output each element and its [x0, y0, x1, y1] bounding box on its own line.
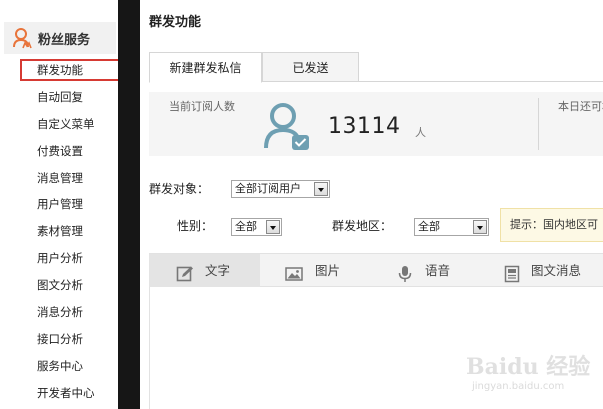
editor-tab-article-label: 图文消息: [531, 263, 582, 278]
user-avatar-icon: [263, 100, 313, 152]
microphone-icon: [396, 262, 414, 282]
tab-sent[interactable]: 已发送: [262, 52, 359, 82]
chevron-down-icon: [314, 182, 328, 196]
sidebar-item-developer-center[interactable]: 开发者中心: [20, 382, 114, 404]
sidebar-item-auto-reply[interactable]: 自动回复: [20, 86, 114, 108]
sidebar: 粉丝服务 群发功能 自动回复 自定义菜单 付费设置 消息管理 用户管理 素材管理…: [0, 0, 121, 409]
sidebar-item-user-analysis[interactable]: 用户分析: [20, 247, 114, 269]
target-select[interactable]: 全部订阅用户: [231, 180, 330, 198]
sidebar-divider: [118, 0, 140, 409]
sidebar-item-payment-settings[interactable]: 付费设置: [20, 140, 114, 162]
fans-service-icon: [12, 27, 34, 49]
target-label: 群发对象：: [149, 182, 210, 196]
sidebar-item-article-analysis[interactable]: 图文分析: [20, 274, 114, 296]
editor-tab-voice-label: 语音: [425, 263, 451, 278]
sidebar-section-header: 粉丝服务: [4, 22, 116, 54]
sidebar-item-mass-send[interactable]: 群发功能: [20, 59, 121, 81]
sidebar-item-message-management[interactable]: 消息管理: [20, 167, 114, 189]
gender-label: 性别：: [177, 219, 214, 233]
chevron-down-icon: [266, 220, 280, 234]
region-tip: 提示：国内地区可: [500, 208, 603, 242]
editor-tab-image[interactable]: 图片: [260, 254, 372, 287]
editor-type-tabs: 文字 图片 语音 图文消息: [149, 253, 603, 287]
sidebar-item-material-management[interactable]: 素材管理: [20, 220, 114, 242]
sidebar-item-message-analysis[interactable]: 消息分析: [20, 301, 114, 323]
tab-new-mass-message[interactable]: 新建群发私信: [149, 52, 262, 83]
message-editor[interactable]: [149, 287, 603, 409]
sidebar-section-title: 粉丝服务: [38, 32, 91, 48]
editor-tab-voice[interactable]: 语音: [372, 254, 484, 287]
tab-bar: 新建群发私信 已发送: [149, 52, 603, 83]
gender-select-value: 全部: [235, 220, 257, 233]
sidebar-item-custom-menu[interactable]: 自定义菜单: [20, 113, 114, 135]
editor-tab-text-label: 文字: [205, 263, 231, 278]
sidebar-item-user-management[interactable]: 用户管理: [20, 193, 114, 215]
editor-tab-article[interactable]: 图文消息: [484, 254, 603, 287]
main-panel: 群发功能 新建群发私信 已发送 当前订阅人数 13114 人 本日还可群 群发对…: [140, 0, 603, 409]
region-select[interactable]: 全部: [414, 218, 489, 236]
editor-tab-text[interactable]: 文字: [149, 254, 260, 287]
article-icon: [503, 262, 521, 283]
editor-tab-image-label: 图片: [315, 263, 341, 278]
region-select-value: 全部: [418, 220, 440, 233]
sidebar-item-service-center[interactable]: 服务中心: [20, 355, 114, 377]
subscriber-count: 13114: [328, 114, 401, 139]
page-title: 群发功能: [149, 15, 202, 30]
target-select-value: 全部订阅用户: [235, 182, 301, 195]
subscriber-unit: 人: [415, 126, 426, 139]
stats-separator: [538, 98, 539, 150]
subscribers-label: 当前订阅人数: [169, 100, 235, 113]
subscriber-stats-panel: 当前订阅人数 13114 人 本日还可群: [149, 92, 603, 156]
region-label: 群发地区：: [332, 219, 393, 233]
remaining-quota-label: 本日还可群: [558, 100, 603, 113]
chevron-down-icon: [473, 220, 487, 234]
image-icon: [285, 262, 303, 281]
sidebar-item-api-analysis[interactable]: 接口分析: [20, 328, 114, 350]
gender-select[interactable]: 全部: [231, 218, 282, 236]
edit-icon: [176, 262, 194, 282]
